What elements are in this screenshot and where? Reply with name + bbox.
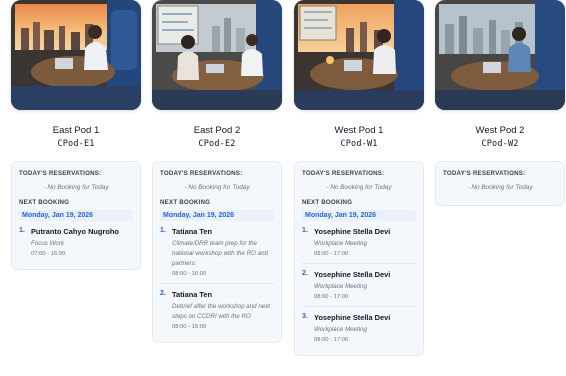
no-booking-text: - No Booking for Today (467, 184, 533, 191)
pod-code: CPod-E1 (57, 139, 95, 149)
next-booking-date: Monday, Jan 19, 2026 (19, 210, 133, 221)
pod-code: CPod-E2 (198, 139, 236, 149)
booking-person: Putranto Cahyo Nugroho (31, 227, 119, 236)
booking-item[interactable]: 2. Yosephine Stella Devi Workplace Meeti… (302, 264, 416, 307)
pod-card-west-1[interactable]: West Pod 1 CPod-W1 TODAY'S RESERVATIONS:… (294, 0, 424, 356)
pod-photo (435, 0, 565, 110)
booking-number: 2. (302, 270, 308, 277)
reservations-panel: TODAY'S RESERVATIONS: - No Booking for T… (11, 161, 141, 270)
booking-number: 1. (160, 227, 166, 234)
booking-number: 1. (302, 227, 308, 234)
pod-photo (152, 0, 282, 110)
booking-time: 07:00 - 16:00 (31, 251, 66, 257)
booking-time: 08:00 - 17:00 (314, 294, 349, 300)
no-booking-text: - No Booking for Today (326, 184, 392, 191)
booking-number: 1. (19, 227, 25, 234)
booking-item[interactable]: 1. Yosephine Stella Devi Workplace Meeti… (302, 221, 416, 264)
booking-time: 08:00 - 16:00 (172, 324, 207, 330)
next-booking-heading: NEXT BOOKING (160, 199, 211, 206)
booking-number: 3. (302, 313, 308, 320)
next-booking-heading: NEXT BOOKING (19, 199, 70, 206)
booking-item[interactable]: 1. Tatiana Ten Climate/DRR team prep for… (160, 221, 274, 284)
booking-time: 08:00 - 17:00 (314, 337, 349, 343)
pod-card-east-1[interactable]: East Pod 1 CPod-E1 TODAY'S RESERVATIONS:… (11, 0, 141, 270)
pod-name: East Pod 2 (193, 125, 241, 136)
pod-name: West Pod 2 (475, 125, 525, 136)
reservations-panel: TODAY'S RESERVATIONS: - No Booking for T… (294, 161, 424, 356)
booking-purpose: Workplace Meeting (314, 283, 367, 290)
booking-person: Yosephine Stella Devi (314, 227, 391, 236)
booking-item[interactable]: 3. Yosephine Stella Devi Workplace Meeti… (302, 307, 416, 349)
no-booking-text: - No Booking for Today (43, 184, 109, 191)
pod-photo (294, 0, 424, 110)
pod-card-west-2[interactable]: West Pod 2 CPod-W2 TODAY'S RESERVATIONS:… (435, 0, 565, 206)
todays-reservations-heading: TODAY'S RESERVATIONS: (302, 170, 385, 177)
pod-name: East Pod 1 (52, 125, 100, 136)
reservations-panel: TODAY'S RESERVATIONS: - No Booking for T… (152, 161, 282, 343)
booking-item[interactable]: 1. Putranto Cahyo Nugroho Focus Work 07:… (19, 221, 133, 263)
todays-reservations-heading: TODAY'S RESERVATIONS: (443, 170, 526, 177)
booking-person: Tatiana Ten (172, 227, 212, 236)
pod-name: West Pod 1 (334, 125, 384, 136)
booking-purpose: Focus Work (31, 240, 65, 247)
next-booking-date: Monday, Jan 19, 2026 (160, 210, 274, 221)
booking-time: 08:00 - 16:00 (172, 271, 207, 277)
pod-photo (11, 0, 141, 110)
booking-person: Tatiana Ten (172, 290, 212, 299)
booking-number: 2. (160, 290, 166, 297)
no-booking-text: - No Booking for Today (184, 184, 250, 191)
next-booking-date: Monday, Jan 19, 2026 (302, 210, 416, 221)
pods-grid: East Pod 1 CPod-E1 TODAY'S RESERVATIONS:… (0, 0, 566, 376)
booking-time: 08:00 - 17:00 (314, 251, 349, 257)
booking-purpose: Workplace Meeting (314, 240, 367, 247)
pod-code: CPod-W2 (481, 139, 519, 149)
pod-card-east-2[interactable]: East Pod 2 CPod-E2 TODAY'S RESERVATIONS:… (152, 0, 282, 343)
booking-person: Yosephine Stella Devi (314, 270, 391, 279)
next-booking-heading: NEXT BOOKING (302, 199, 353, 206)
todays-reservations-heading: TODAY'S RESERVATIONS: (160, 170, 243, 177)
todays-reservations-heading: TODAY'S RESERVATIONS: (19, 170, 102, 177)
booking-person: Yosephine Stella Devi (314, 313, 391, 322)
reservations-panel: TODAY'S RESERVATIONS: - No Booking for T… (435, 161, 565, 206)
booking-purpose: Workplace Meeting (314, 326, 367, 333)
booking-purpose: Climate/DRR team prep for the national w… (172, 240, 268, 267)
booking-item[interactable]: 2. Tatiana Ten Debrief after the worksho… (160, 284, 274, 336)
booking-purpose: Debrief after the workshop and next step… (172, 303, 271, 320)
pod-code: CPod-W1 (340, 139, 378, 149)
